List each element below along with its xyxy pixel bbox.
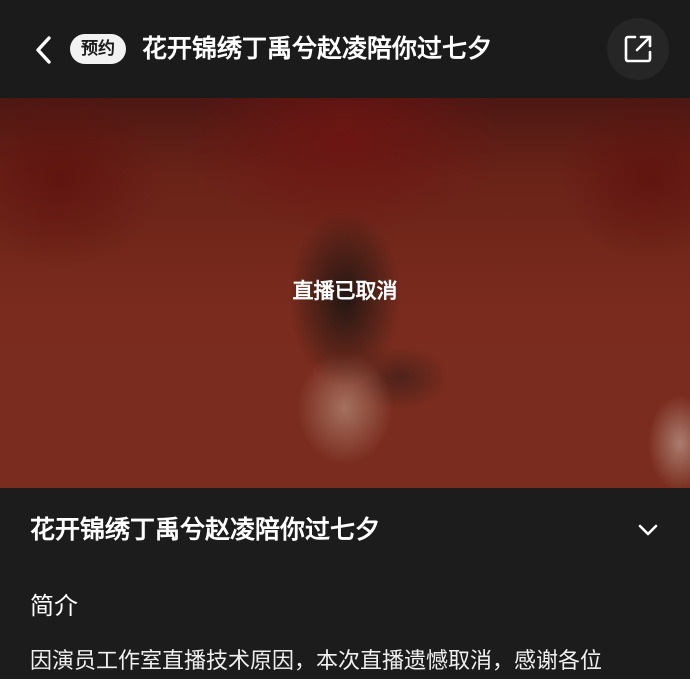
event-title: 花开锦绣丁禹兮赵凌陪你过七夕 (30, 515, 381, 544)
intro-text: 因演员工作室直播技术原因，本次直播遗憾取消，感谢各位 (30, 649, 603, 674)
share-external-icon (624, 35, 652, 63)
live-cancelled-message: 直播已取消 (292, 279, 398, 303)
video-player[interactable]: 直播已取消 (0, 98, 690, 488)
info-panel: 花开锦绣丁禹兮赵凌陪你过七夕 简介 因演员工作室直播技术原因，本次直播遗憾取消，… (0, 488, 690, 674)
expand-button[interactable] (630, 512, 666, 548)
share-button[interactable] (607, 18, 669, 80)
back-button[interactable] (26, 30, 62, 70)
reservation-badge: 预约 (70, 34, 126, 64)
chevron-down-icon (638, 524, 658, 536)
intro-heading: 简介 (30, 592, 78, 620)
chevron-left-icon (36, 36, 51, 64)
page-title: 花开锦绣丁禹兮赵凌陪你过七夕 (142, 34, 493, 63)
top-bar: 预约 花开锦绣丁禹兮赵凌陪你过七夕 (0, 0, 690, 98)
